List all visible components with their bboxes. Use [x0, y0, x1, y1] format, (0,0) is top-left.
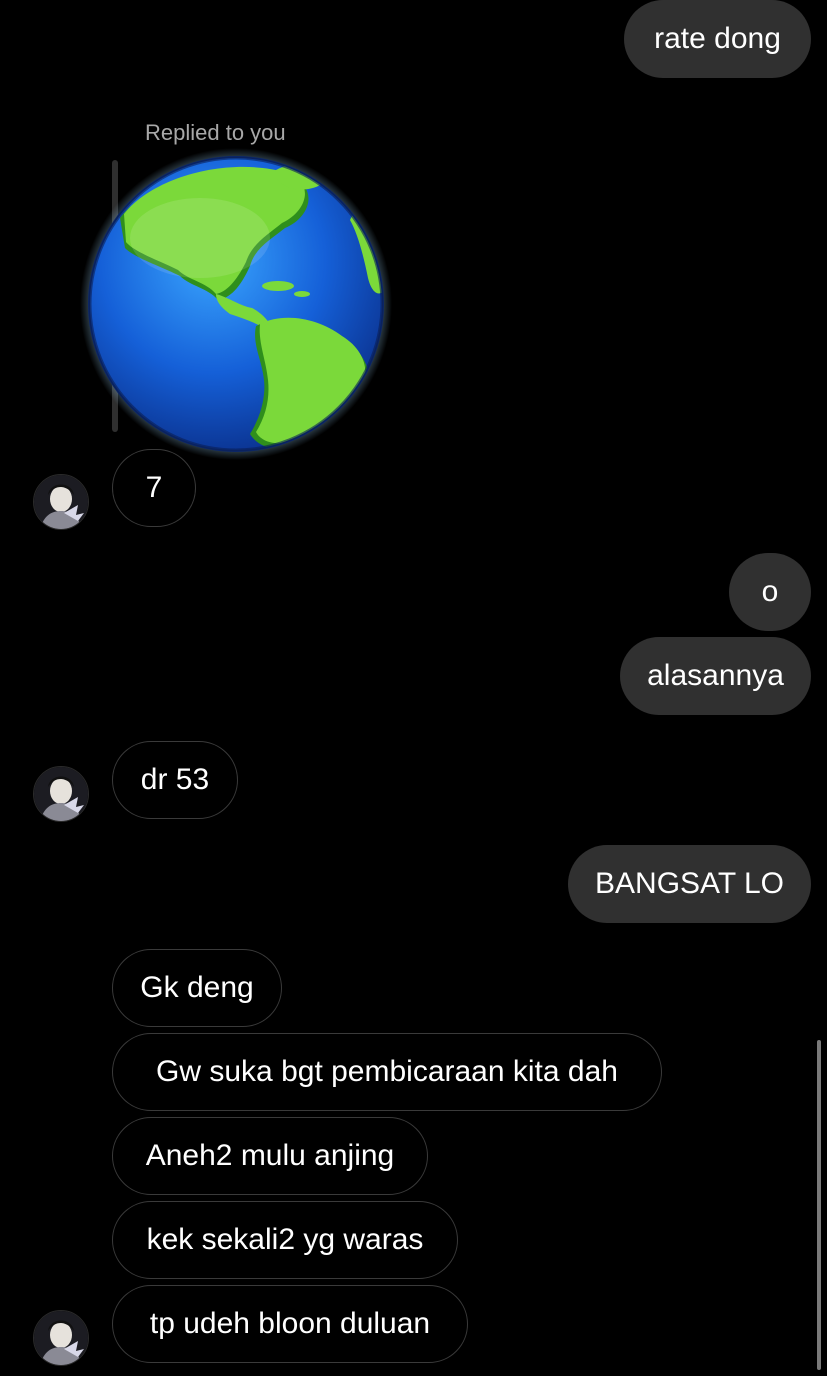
message-text: tp udeh bloon duluan [149, 1307, 431, 1340]
message-text: BANGSAT LO [595, 867, 784, 900]
message-text: rate dong [654, 22, 781, 55]
received-message-bubble[interactable]: dr 53 [112, 741, 238, 819]
message-text: 7 [145, 471, 163, 504]
message-text: Aneh2 mulu anjing [145, 1139, 395, 1172]
contact-avatar[interactable] [33, 474, 89, 530]
sent-message-bubble[interactable]: rate dong [624, 0, 811, 78]
message-text: o [761, 575, 779, 608]
scrollbar-thumb[interactable] [817, 1040, 821, 1370]
received-message-bubble[interactable]: tp udeh bloon duluan [112, 1285, 468, 1363]
contact-avatar[interactable] [33, 766, 89, 822]
message-text: kek sekali2 yg waras [146, 1223, 424, 1256]
sent-message-bubble[interactable]: BANGSAT LO [568, 845, 811, 923]
sent-message-bubble[interactable]: alasannya [620, 637, 811, 715]
reply-context-label: Replied to you [145, 120, 286, 145]
message-text: dr 53 [140, 763, 210, 796]
chat-screen: rate dong Replied to you 7 o alasannya d… [0, 0, 827, 1376]
received-message-bubble[interactable]: Aneh2 mulu anjing [112, 1117, 428, 1195]
message-text: alasannya [647, 659, 784, 692]
received-message-bubble[interactable]: Gk deng [112, 949, 282, 1027]
globe-sticker-icon[interactable] [80, 148, 392, 460]
received-message-bubble[interactable]: Gw suka bgt pembicaraan kita dah [112, 1033, 662, 1111]
received-message-bubble[interactable]: kek sekali2 yg waras [112, 1201, 458, 1279]
sent-message-bubble[interactable]: o [729, 553, 811, 631]
received-message-bubble[interactable]: 7 [112, 449, 196, 527]
contact-avatar[interactable] [33, 1310, 89, 1366]
message-text: Gw suka bgt pembicaraan kita dah [156, 1055, 618, 1088]
message-text: Gk deng [140, 971, 254, 1004]
